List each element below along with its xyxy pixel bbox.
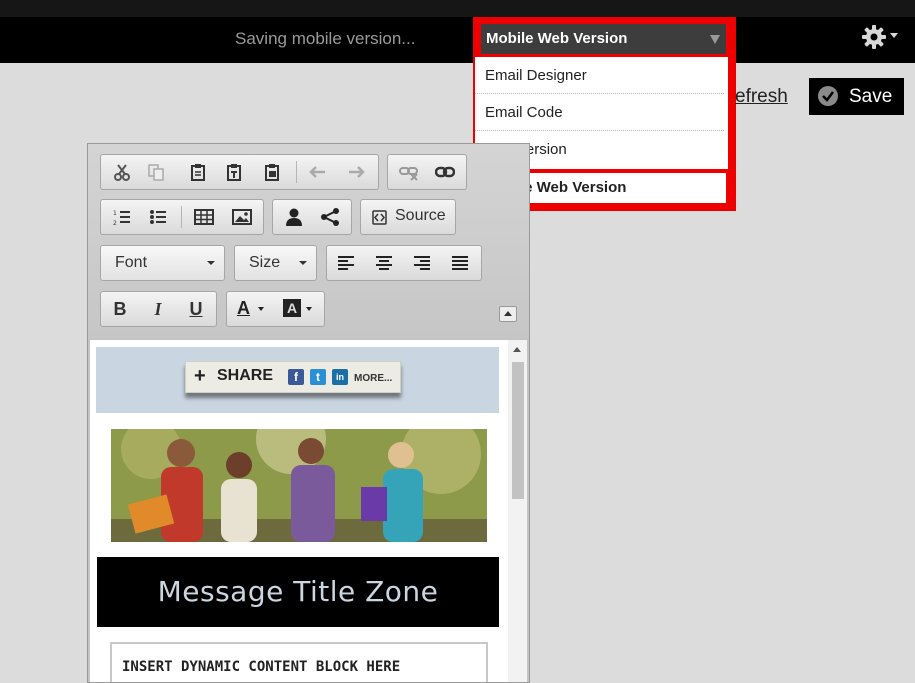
toolbar-group-personalize: [272, 199, 352, 235]
collapse-toolbar-button[interactable]: [499, 306, 517, 322]
image-icon[interactable]: [227, 200, 257, 234]
share-button[interactable]: + SHARE f t in MORE...: [185, 361, 401, 393]
toolbar-group-lists: 12: [100, 199, 264, 235]
rich-text-editor: 12 Source Font Size B I U A A + SHARE f …: [87, 143, 530, 683]
share-label: SHARE: [217, 367, 274, 384]
toolbar-group-clipboard: [100, 154, 379, 190]
svg-text:2: 2: [113, 220, 117, 226]
dynamic-content-block-text: INSERT DYNAMIC CONTENT BLOCK HERE: [122, 659, 401, 675]
chevron-down-icon: [207, 261, 215, 265]
numbered-list-icon[interactable]: 12: [107, 200, 137, 234]
toolbar-separator: [181, 206, 182, 228]
paste-word-icon[interactable]: [257, 155, 287, 189]
undo-icon[interactable]: [303, 155, 333, 189]
source-icon: [372, 210, 387, 229]
italic-button[interactable]: I: [143, 292, 173, 326]
gear-icon: [862, 25, 886, 49]
align-center-icon[interactable]: [369, 246, 399, 280]
save-status-text: Saving mobile version...: [235, 29, 416, 48]
dynamic-content-block[interactable]: INSERT DYNAMIC CONTENT BLOCK HERE: [110, 642, 488, 682]
top-strip: [0, 0, 915, 17]
font-select[interactable]: Font: [100, 245, 225, 281]
menu-item-email-code[interactable]: Email Code: [475, 94, 724, 131]
menu-item-email-designer[interactable]: Email Designer: [475, 57, 724, 94]
underline-button[interactable]: U: [181, 292, 211, 326]
share-icon[interactable]: [315, 200, 345, 234]
scrollbar-thumb[interactable]: [512, 362, 524, 499]
chevron-down-icon: [306, 307, 312, 311]
check-circle-icon: [818, 86, 838, 106]
chevron-down-icon: [299, 261, 307, 265]
bulleted-list-icon[interactable]: [143, 200, 173, 234]
message-title-zone[interactable]: Message Title Zone: [97, 557, 499, 627]
source-button-label: Source: [395, 207, 446, 224]
hero-image: [111, 429, 487, 542]
paste-text-icon[interactable]: [219, 155, 249, 189]
twitter-icon: t: [310, 369, 326, 385]
align-justify-icon[interactable]: [445, 246, 475, 280]
source-button[interactable]: Source: [360, 199, 456, 235]
align-right-icon[interactable]: [407, 246, 437, 280]
bold-button[interactable]: B: [105, 292, 135, 326]
copy-icon[interactable]: [141, 155, 171, 189]
table-icon[interactable]: [189, 200, 219, 234]
background-color-button[interactable]: A: [283, 299, 301, 317]
refresh-link[interactable]: efresh: [735, 86, 788, 108]
toolbar-group-align: [326, 245, 482, 281]
toolbar-separator: [296, 161, 297, 183]
plus-icon: +: [194, 365, 206, 387]
toolbar-group-links: [387, 154, 467, 190]
link-icon[interactable]: [430, 155, 460, 189]
size-select-label: Size: [249, 254, 281, 271]
editor-scrollbar[interactable]: [508, 340, 527, 682]
text-color-button[interactable]: A: [237, 298, 250, 319]
font-select-label: Font: [115, 254, 148, 271]
unlink-icon[interactable]: [394, 155, 424, 189]
cut-icon[interactable]: [107, 155, 137, 189]
svg-text:1: 1: [113, 210, 117, 217]
chevron-down-icon: [890, 33, 898, 38]
redo-icon[interactable]: [341, 155, 371, 189]
save-button[interactable]: Save: [809, 78, 904, 115]
toolbar-group-format: B I U: [100, 291, 217, 327]
person-icon[interactable]: [279, 200, 309, 234]
linkedin-icon: in: [332, 369, 348, 385]
version-select-value: Mobile Web Version: [486, 30, 628, 47]
facebook-icon: f: [288, 369, 304, 385]
share-bar: + SHARE f t in MORE...: [96, 347, 499, 413]
top-bar: [0, 17, 915, 63]
scroll-up-icon[interactable]: [513, 347, 521, 352]
version-select[interactable]: Mobile Web Version: [481, 24, 726, 54]
toolbar-group-colors: A A: [226, 291, 325, 327]
share-more-label: MORE...: [354, 373, 393, 384]
align-left-icon[interactable]: [331, 246, 361, 280]
dropdown-arrow-icon: [710, 35, 720, 44]
size-select[interactable]: Size: [234, 245, 317, 281]
chevron-down-icon: [258, 307, 264, 311]
save-button-label: Save: [849, 86, 893, 107]
paste-icon[interactable]: [183, 155, 213, 189]
editor-content[interactable]: + SHARE f t in MORE... Message Title Zon…: [90, 340, 527, 682]
settings-menu-button[interactable]: [858, 22, 898, 52]
editor-toolbar: 12 Source Font Size B I U A A: [88, 144, 529, 339]
